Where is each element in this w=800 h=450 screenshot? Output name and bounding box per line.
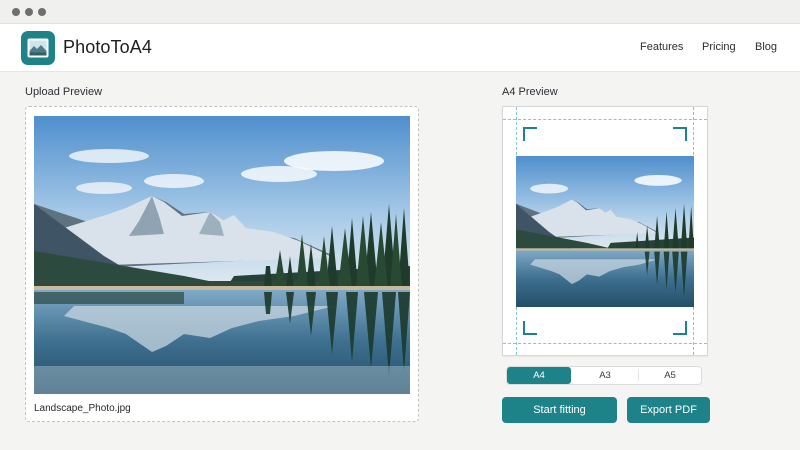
paper-size-toggle: A4 A3 A5 [506,366,702,385]
brand-name[interactable]: PhotoToA4 [63,37,152,58]
export-pdf-button[interactable]: Export PDF [627,397,710,423]
window-maximize-dot[interactable] [38,8,46,16]
margin-guide-top [503,119,707,120]
size-option-a5[interactable]: A5 [639,367,701,384]
window-titlebar [0,0,800,24]
uploaded-filename: Landscape_Photo.jpg [34,403,131,414]
window-minimize-dot[interactable] [25,8,33,16]
app-header: PhotoToA4 Features Pricing Blog [0,24,800,72]
a4-preview-label: A4 Preview [502,86,558,98]
upload-preview-label: Upload Preview [25,86,103,98]
start-fitting-button[interactable]: Start fitting [502,397,617,423]
size-option-a4[interactable]: A4 [507,367,571,384]
nav-link-features[interactable]: Features [640,41,683,53]
margin-guide-bottom [503,343,707,344]
nav-link-blog[interactable]: Blog [755,41,777,53]
uploaded-photo [34,116,410,394]
crop-corner-bottom-left[interactable] [523,321,537,335]
a4-page-preview [502,106,708,356]
upload-dropzone[interactable]: Landscape_Photo.jpg [25,106,419,422]
fitted-photo [516,156,694,307]
size-option-a3[interactable]: A3 [573,367,637,384]
nav-link-pricing[interactable]: Pricing [702,41,736,53]
crop-corner-top-left[interactable] [523,127,537,141]
crop-corner-top-right[interactable] [673,127,687,141]
crop-corner-bottom-right[interactable] [673,321,687,335]
photo-icon[interactable] [21,31,55,65]
window-close-dot[interactable] [12,8,20,16]
